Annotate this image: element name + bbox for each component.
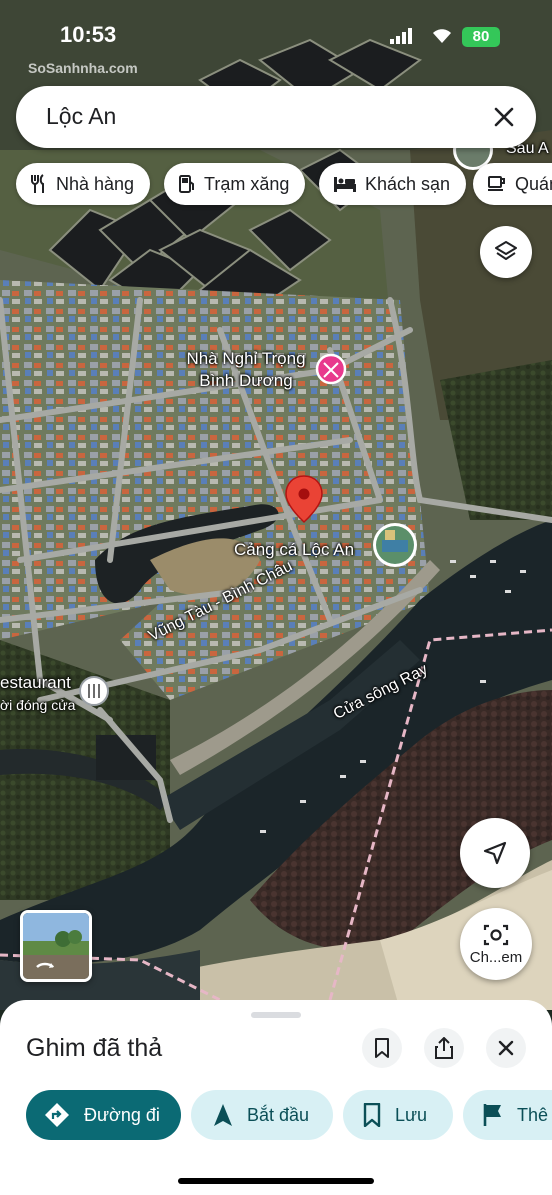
battery-indicator: 80 (462, 27, 500, 47)
restaurant-label[interactable]: estaurant (0, 672, 71, 694)
hotel-icon (333, 175, 357, 193)
directions-label: Đường đi (84, 1104, 160, 1125)
directions-button[interactable]: Đường đi (26, 1090, 181, 1140)
bottom-sheet[interactable]: Ghim đã thả Đường đi Bắt đầu Lưu Thê (0, 1000, 552, 1195)
status-bar: 10:53 80 SoSanhnha.com (0, 0, 552, 76)
chip-coffee[interactable]: Quán (473, 163, 552, 205)
chip-label: Nhà hàng (56, 173, 135, 194)
close-icon[interactable] (486, 99, 522, 135)
search-query[interactable]: Lộc An (46, 103, 116, 130)
restaurant-status: ời đóng cửa (0, 697, 76, 713)
close-icon (498, 1040, 514, 1056)
directions-icon (44, 1102, 70, 1128)
wifi-icon (433, 29, 451, 43)
label-button[interactable]: Thê (463, 1090, 552, 1140)
port-photo-thumbnail[interactable] (373, 523, 417, 567)
my-location-button[interactable] (460, 818, 530, 888)
save-label: Lưu (395, 1104, 428, 1125)
close-sheet-button[interactable] (486, 1028, 526, 1068)
guesthouse-label[interactable]: Nhà Nghỉ Trọng Bình Dương (176, 348, 316, 392)
street-view-thumbnail[interactable] (20, 910, 92, 982)
cellular-signal-icon (390, 28, 412, 44)
lens-label: Ch...em (469, 948, 523, 966)
chip-restaurants[interactable]: Nhà hàng (16, 163, 151, 205)
start-button[interactable]: Bắt đầu (191, 1090, 333, 1140)
sheet-drag-handle[interactable] (251, 1012, 301, 1018)
share-button[interactable] (424, 1028, 464, 1068)
category-chips: Nhà hàng Trạm xăng Khách sạn Quán (16, 163, 552, 205)
label-label: Thê (517, 1104, 549, 1125)
layers-button[interactable] (480, 226, 532, 278)
status-time: 10:53 (60, 22, 117, 47)
chip-hotels[interactable]: Khách sạn (319, 163, 467, 205)
watermark: SoSanhnha.com (28, 60, 138, 76)
start-label: Bắt đầu (247, 1104, 310, 1125)
hotel-poi-icon[interactable] (315, 353, 347, 385)
lens-button[interactable]: Ch...em (460, 908, 532, 980)
home-indicator (178, 1178, 374, 1184)
restaurant-icon (30, 174, 48, 194)
flag-icon (483, 1103, 503, 1127)
chip-gas[interactable]: Trạm xăng (164, 163, 306, 205)
layers-icon (495, 241, 517, 260)
chip-label: Khách sạn (365, 173, 451, 194)
chip-label: Trạm xăng (204, 173, 290, 194)
save-bookmark-button[interactable] (362, 1028, 402, 1068)
bookmark-icon (363, 1103, 381, 1127)
save-button[interactable]: Lưu (343, 1090, 453, 1140)
gas-station-icon (178, 174, 196, 194)
navigation-arrow-icon (213, 1103, 233, 1127)
restaurant-poi-icon[interactable] (79, 676, 109, 706)
chip-label: Quán (515, 173, 552, 194)
port-label[interactable]: Cảng cá Lộc An (234, 539, 354, 561)
camera-lens-icon (483, 924, 509, 945)
navigation-arrow-icon (483, 841, 507, 865)
sheet-title: Ghim đã thả (26, 1034, 163, 1062)
bookmark-icon (375, 1038, 389, 1058)
coffee-icon (487, 175, 507, 193)
search-bar[interactable]: Lộc An (16, 86, 536, 148)
share-icon (435, 1037, 453, 1059)
